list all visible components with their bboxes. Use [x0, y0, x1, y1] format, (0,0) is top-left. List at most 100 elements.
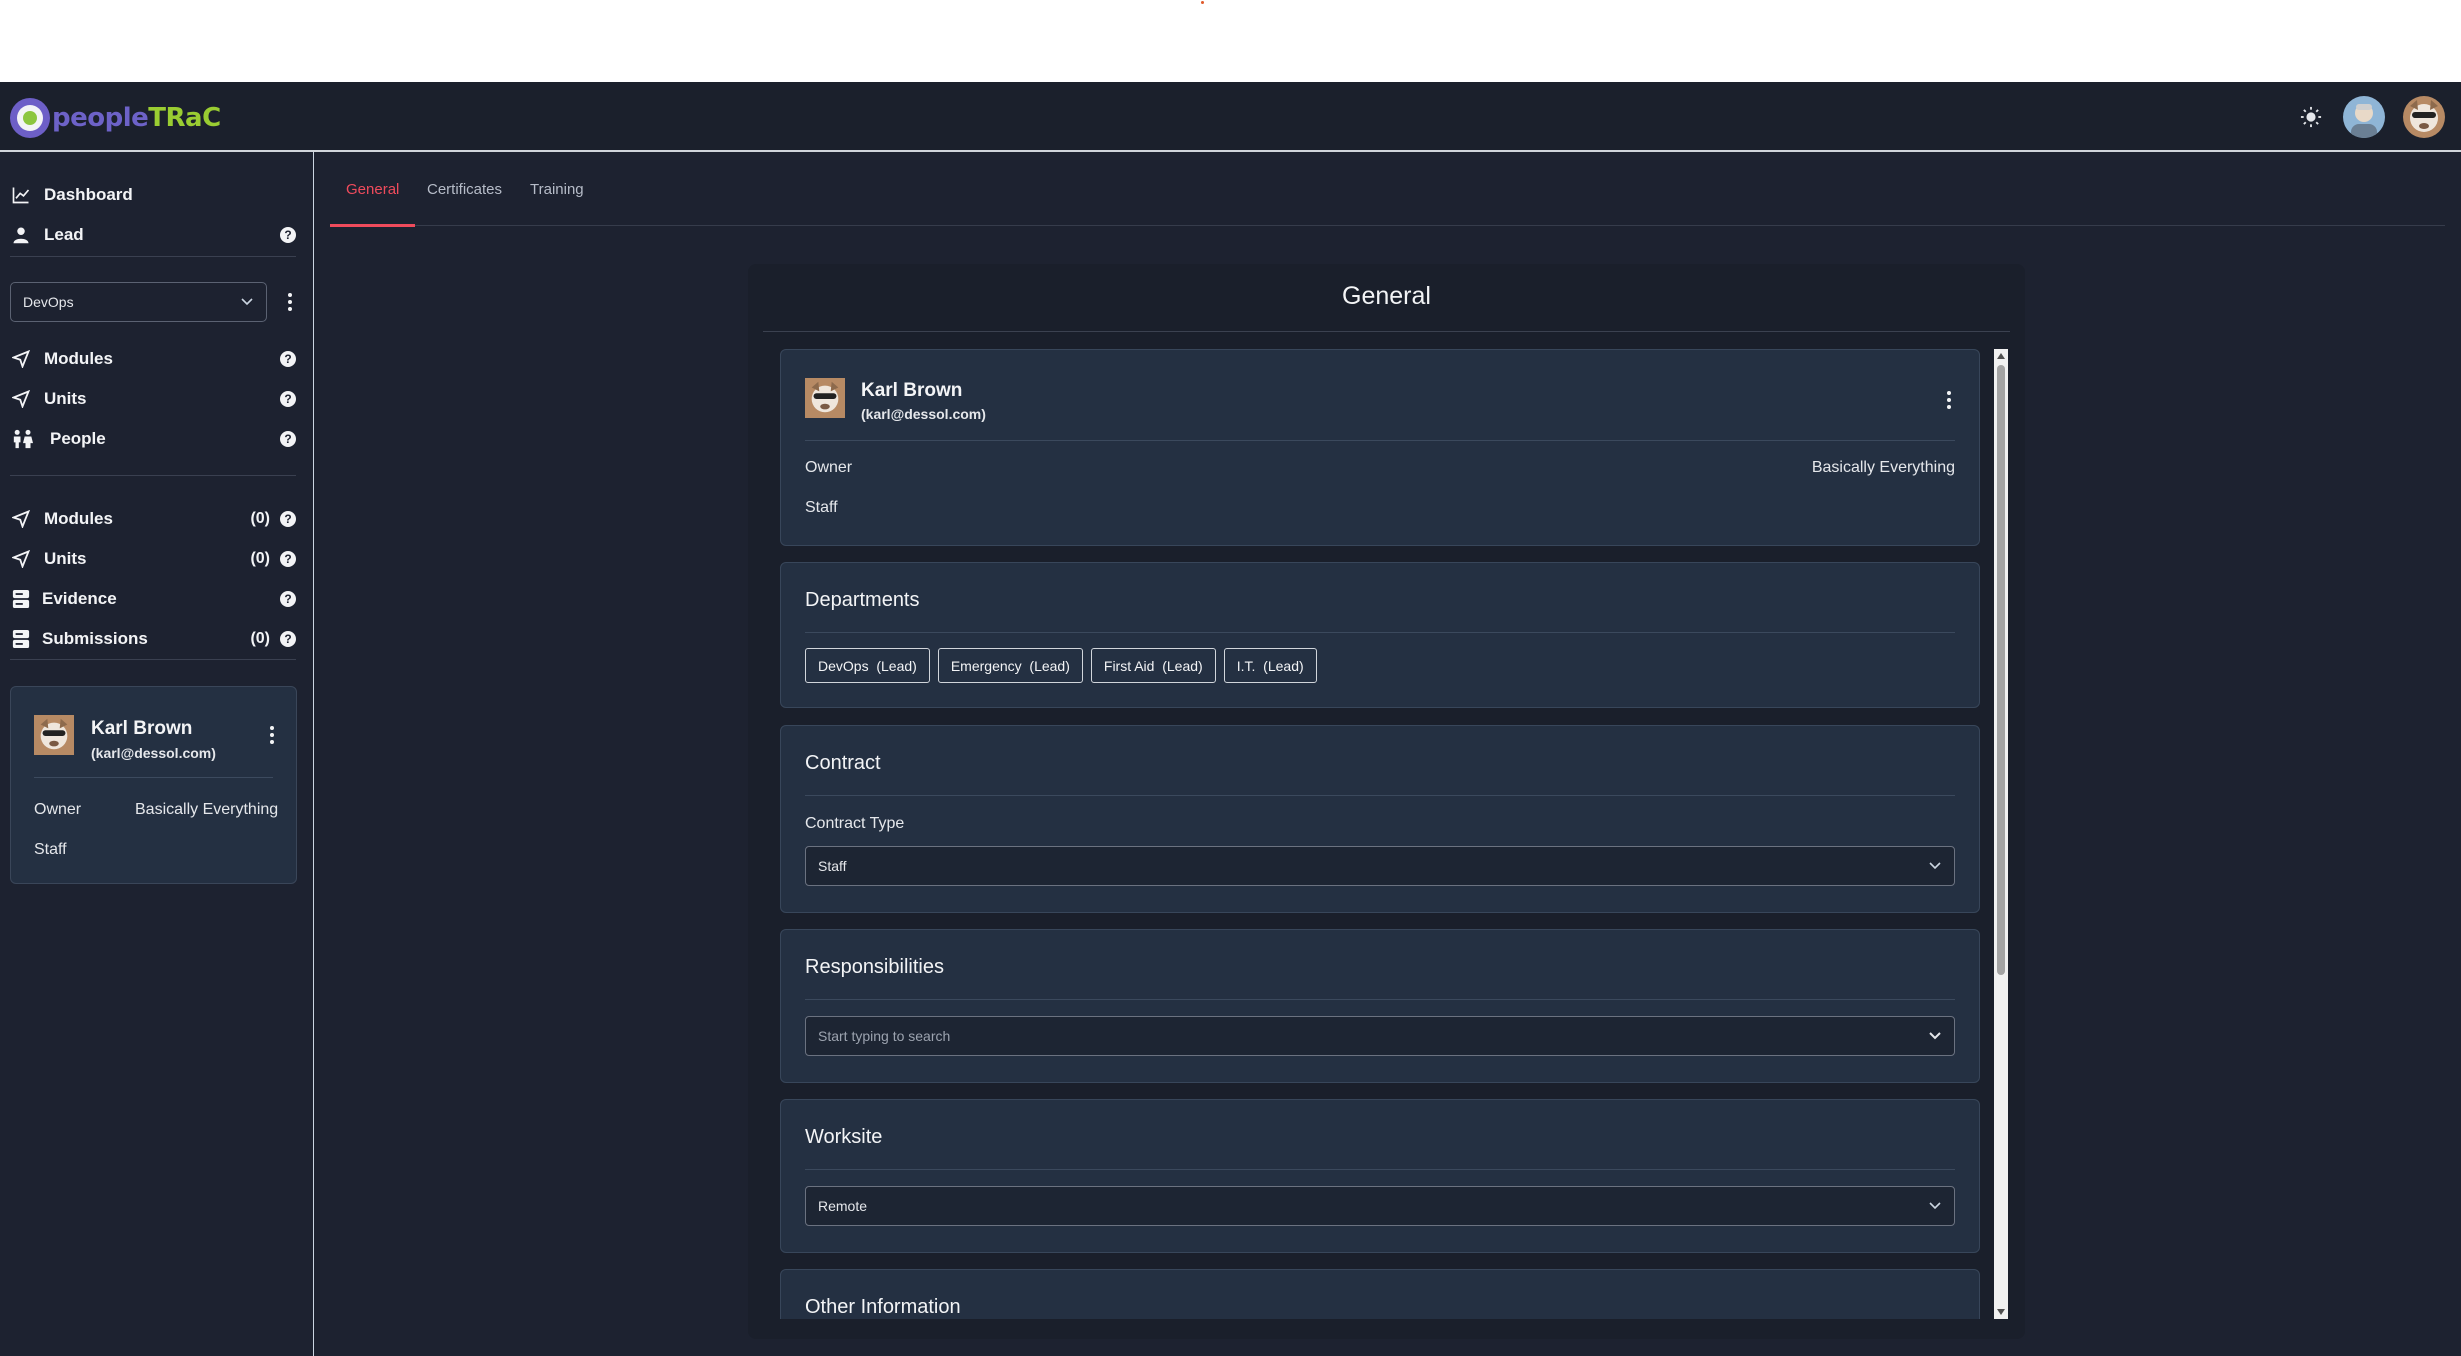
card-divider [805, 632, 1955, 633]
other-information-card: Other Information [780, 1269, 1980, 1319]
department-chips: DevOps (Lead) Emergency (Lead) First Aid… [805, 648, 1317, 683]
peopletrac-logo[interactable]: peopleTRaC [10, 96, 221, 140]
user-avatar [805, 378, 845, 418]
help-icon[interactable]: ? [280, 391, 296, 407]
sidebar-user-card: Karl Brown (karl@dessol.com) Owner Basic… [10, 686, 297, 884]
contract-type-label: Contract Type [805, 815, 905, 832]
department-select[interactable]: DevOps [10, 282, 267, 322]
sidebar-item-lead[interactable]: Lead ? [10, 220, 296, 250]
card-divider [805, 440, 1955, 441]
user-card: Karl Brown (karl@dessol.com) Owner Basic… [780, 349, 1980, 546]
scrollbar-thumb[interactable] [1997, 365, 2005, 975]
card-divider [805, 999, 1955, 1000]
contract-title: Contract [805, 752, 881, 774]
responsibilities-search-input[interactable]: Start typing to search [805, 1016, 1955, 1056]
help-icon[interactable]: ? [280, 431, 296, 447]
user-permission: Basically Everything [135, 801, 279, 818]
tab-bar: General Certificates Training [330, 152, 2445, 227]
help-icon[interactable]: ? [280, 551, 296, 567]
user-avatar[interactable] [2403, 96, 2445, 138]
sidebar: Dashboard Lead ? DevOps Modules ? Units … [0, 152, 314, 1356]
sidebar-item-dept-modules[interactable]: Modules ? [10, 344, 296, 374]
tab-certificates[interactable]: Certificates [427, 152, 502, 226]
department-chip[interactable]: I.T. (Lead) [1223, 648, 1317, 683]
logo-mark-icon [10, 98, 50, 138]
card-divider [34, 777, 273, 778]
user-role: Owner [805, 459, 853, 476]
department-chip[interactable]: First Aid (Lead) [1090, 648, 1216, 683]
logo-text: peopleTRaC [52, 103, 221, 133]
tab-training[interactable]: Training [530, 152, 584, 226]
chevron-down-icon [240, 295, 254, 309]
department-chip[interactable]: DevOps (Lead) [805, 648, 930, 683]
help-icon[interactable]: ? [280, 511, 296, 527]
contract-card: Contract Contract Type Staff [780, 725, 1980, 913]
chart-line-icon [10, 184, 32, 206]
help-icon[interactable]: ? [280, 351, 296, 367]
responsibilities-title: Responsibilities [805, 956, 944, 978]
user-avatar [34, 715, 74, 755]
sidebar-item-evidence[interactable]: Evidence ? [10, 584, 296, 614]
worksite-select[interactable]: Remote [805, 1186, 1955, 1226]
send-icon [10, 388, 32, 410]
help-icon[interactable]: ? [280, 227, 296, 243]
contract-type-select[interactable]: Staff [805, 846, 1955, 886]
user-icon [10, 224, 32, 246]
user-name: Karl Brown [861, 380, 963, 401]
sidebar-item-dashboard[interactable]: Dashboard [10, 180, 296, 210]
database-icon [10, 588, 32, 610]
help-icon[interactable]: ? [280, 631, 296, 647]
user-permission: Basically Everything [1811, 459, 1955, 476]
panel-scroll-area[interactable]: Karl Brown (karl@dessol.com) Owner Basic… [780, 349, 1980, 1319]
header-actions [2297, 96, 2445, 138]
panel-scrollbar[interactable] [1994, 349, 2008, 1319]
other-information-title: Other Information [805, 1296, 961, 1318]
sidebar-item-dept-units[interactable]: Units ? [10, 384, 296, 414]
sidebar-item-units[interactable]: Units (0) ? [10, 544, 296, 574]
sidebar-item-dept-people[interactable]: People ? [10, 424, 296, 454]
sidebar-item-modules[interactable]: Modules (0) ? [10, 504, 296, 534]
chevron-down-icon [1928, 1199, 1942, 1213]
user-type: Staff [805, 499, 838, 516]
send-icon [10, 548, 32, 570]
send-icon [10, 508, 32, 530]
sidebar-divider [10, 659, 296, 660]
card-divider [805, 1169, 1955, 1170]
sun-icon[interactable] [2297, 103, 2325, 131]
scroll-up-arrow-icon[interactable] [1997, 353, 2005, 359]
browser-top-area [0, 0, 2461, 82]
send-icon [10, 348, 32, 370]
sidebar-divider [10, 475, 296, 476]
departments-card: Departments DevOps (Lead) Emergency (Lea… [780, 562, 1980, 708]
scroll-down-arrow-icon[interactable] [1997, 1309, 2005, 1315]
tab-general[interactable]: General [330, 152, 416, 227]
sidebar-divider [10, 256, 296, 257]
general-panel: General Karl Brown (karl@dessol.com) Own… [748, 264, 2025, 1339]
user-email: (karl@dessol.com) [861, 406, 986, 422]
chevron-down-icon [1928, 859, 1942, 873]
user-role: Owner [34, 801, 82, 818]
panel-title: General [1342, 282, 1431, 310]
help-icon[interactable]: ? [280, 591, 296, 607]
active-tab-indicator [330, 224, 416, 227]
user-menu-icon[interactable] [262, 721, 282, 749]
panel-divider [763, 331, 2010, 332]
app: peopleTRaC Dashboard Lead ? DevOps Modul… [0, 82, 2461, 1356]
loading-dot [1201, 1, 1204, 4]
user-menu-icon[interactable] [1939, 386, 1959, 414]
chevron-down-icon [1928, 1029, 1942, 1043]
worksite-title: Worksite [805, 1126, 883, 1148]
app-header: peopleTRaC [0, 82, 2461, 152]
database-icon [10, 628, 32, 650]
user-type: Staff [34, 841, 67, 858]
responsibilities-card: Responsibilities Start typing to search [780, 929, 1980, 1083]
department-menu-icon[interactable] [280, 288, 300, 316]
worksite-card: Worksite Remote [780, 1099, 1980, 1253]
card-divider [805, 795, 1955, 796]
department-chip[interactable]: Emergency (Lead) [937, 648, 1083, 683]
people-icon [10, 428, 36, 450]
sidebar-item-submissions[interactable]: Submissions (0) ? [10, 624, 296, 654]
user-name: Karl Brown [91, 718, 193, 739]
avatar-alt[interactable] [2343, 96, 2385, 138]
user-email: (karl@dessol.com) [91, 745, 216, 761]
